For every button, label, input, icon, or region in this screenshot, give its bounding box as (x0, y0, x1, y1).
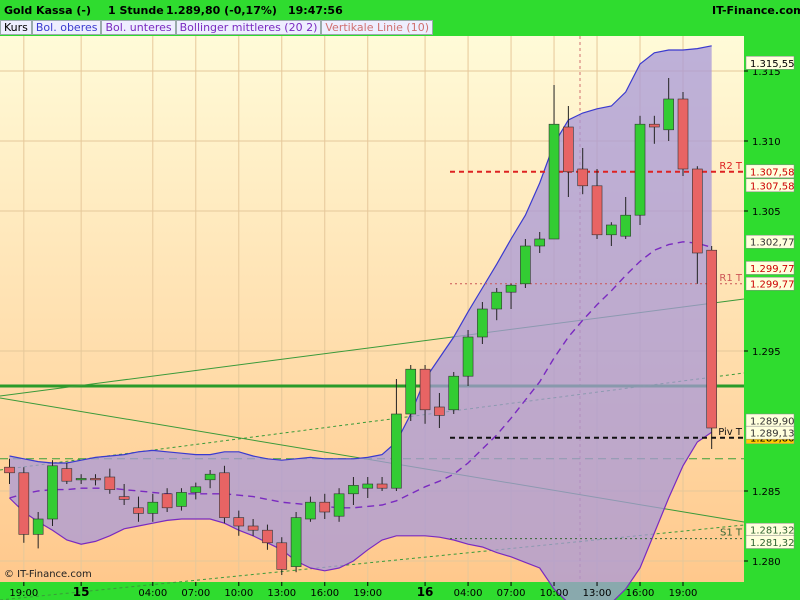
candle-up (534, 238, 546, 247)
candle-down (692, 168, 703, 254)
candle-up (176, 492, 187, 507)
candle-down (649, 123, 660, 128)
candle-up (448, 375, 460, 411)
instrument-title: Gold Kassa (-) (4, 4, 91, 17)
price-label: 1.289,90 (750, 417, 795, 428)
candle-up (620, 214, 631, 237)
pivot-label: Piv T (718, 427, 743, 438)
x-tick-label: 16:00 (626, 588, 655, 599)
x-tick-label: 07:00 (181, 588, 210, 599)
candle-down (434, 406, 445, 416)
candle-up (391, 413, 402, 489)
candle-up (405, 368, 417, 415)
candle-up (606, 224, 617, 236)
candle-down (276, 542, 288, 570)
candle-down (677, 98, 689, 170)
candle-down (4, 466, 15, 474)
candle-up (204, 473, 216, 481)
candle-down (161, 493, 173, 509)
title-bar: Gold Kassa (-) 1 Stunde 1.289,80 (-0,17%… (0, 0, 800, 20)
candle-up (147, 501, 159, 514)
x-tick-label: 10:00 (540, 588, 569, 599)
legend-item[interactable]: Kurs (0, 20, 32, 35)
candle-up (663, 98, 674, 131)
y-tick-label: 1.280 (752, 557, 781, 568)
x-tick-label: 07:00 (497, 588, 526, 599)
candle-up (305, 501, 316, 520)
x-tick-label: 10:00 (224, 588, 253, 599)
legend-item[interactable]: Bollinger mittleres (20 2) (175, 20, 322, 35)
candle-up (634, 123, 646, 216)
brand-label: IT-Finance.com (712, 4, 800, 17)
x-tick-label: 19:00 (353, 588, 382, 599)
candlestick-chart: R2 T R1 T Piv T S1 T 1.280 1.285 1.295 1.305 1.… (0, 20, 800, 600)
candle-down (706, 249, 717, 429)
legend-item[interactable]: Bol. oberes (31, 20, 102, 35)
price-label: 1.281,32 (750, 538, 795, 549)
x-tick-label: 16:00 (310, 588, 339, 599)
candle-up (505, 284, 517, 293)
price-label: 1.307,58 (750, 167, 795, 178)
candle-down (104, 476, 116, 490)
price-label: 1.299,77 (750, 264, 795, 275)
candle-up (47, 465, 58, 520)
x-tick-label: 19:00 (9, 588, 38, 599)
clock-time: 19:47:56 (288, 4, 343, 17)
candle-down (90, 478, 101, 481)
copyright-label: © IT-Finance.com (4, 569, 92, 580)
candle-down (247, 525, 259, 531)
y-tick-label: 1.310 (752, 137, 781, 148)
y-tick-label: 1.295 (752, 347, 781, 358)
y-tick-label: 1.305 (752, 207, 781, 218)
candle-down (61, 468, 73, 482)
interval-label: 1 Stunde (108, 4, 164, 17)
candle-up (477, 308, 488, 338)
x-tick-label: 15 (73, 585, 90, 599)
candle-down (577, 168, 589, 187)
candle-up (548, 123, 560, 240)
candle-up (290, 517, 302, 567)
candle-up (491, 291, 503, 310)
candle-up (190, 486, 202, 493)
candle-up (348, 485, 359, 495)
candle-down (219, 472, 230, 518)
pivot-label: R1 T (719, 273, 742, 284)
candle-up (462, 336, 474, 377)
candle-up (333, 493, 345, 517)
price-label: 1.315,55 (750, 59, 795, 70)
price-change: 1.289,80 (-0,17%) (166, 4, 277, 17)
candle-up (32, 518, 44, 535)
x-tick-label: 04:00 (454, 588, 483, 599)
x-tick-label: 04:00 (138, 588, 167, 599)
candle-up (75, 478, 87, 481)
candle-down (376, 483, 388, 489)
legend-item[interactable]: Bol. unteres (101, 20, 176, 35)
x-tick-label: 13:00 (583, 588, 612, 599)
x-tick-label: 19:00 (669, 588, 698, 599)
pivot-label: R2 T (719, 161, 742, 172)
candle-down (319, 501, 331, 513)
legend: Kurs Bol. oberes Bol. unteres Bollinger mit… (0, 20, 434, 35)
price-label: 1.302,77 (750, 238, 795, 249)
candle-down (18, 472, 30, 535)
candle-down (591, 185, 603, 236)
x-tick-label: 16 (417, 585, 434, 599)
price-label: 1.289,13 (750, 429, 795, 440)
candle-down (133, 507, 144, 514)
x-tick-label: 13:00 (267, 588, 296, 599)
price-label: 1.299,77 (750, 280, 795, 291)
candle-down (563, 126, 574, 173)
price-label: 1.307,58 (750, 181, 795, 192)
candle-down (419, 368, 431, 411)
legend-item[interactable]: Vertikale Linie (10) (321, 20, 434, 35)
candle-up (362, 483, 374, 489)
candle-down (262, 529, 273, 544)
candle-up (520, 245, 531, 285)
candle-down (118, 496, 130, 500)
price-label: 1.281,32 (750, 526, 795, 537)
candle-down (233, 517, 245, 527)
y-tick-label: 1.285 (752, 487, 781, 498)
pivot-label: S1 T (720, 528, 743, 539)
